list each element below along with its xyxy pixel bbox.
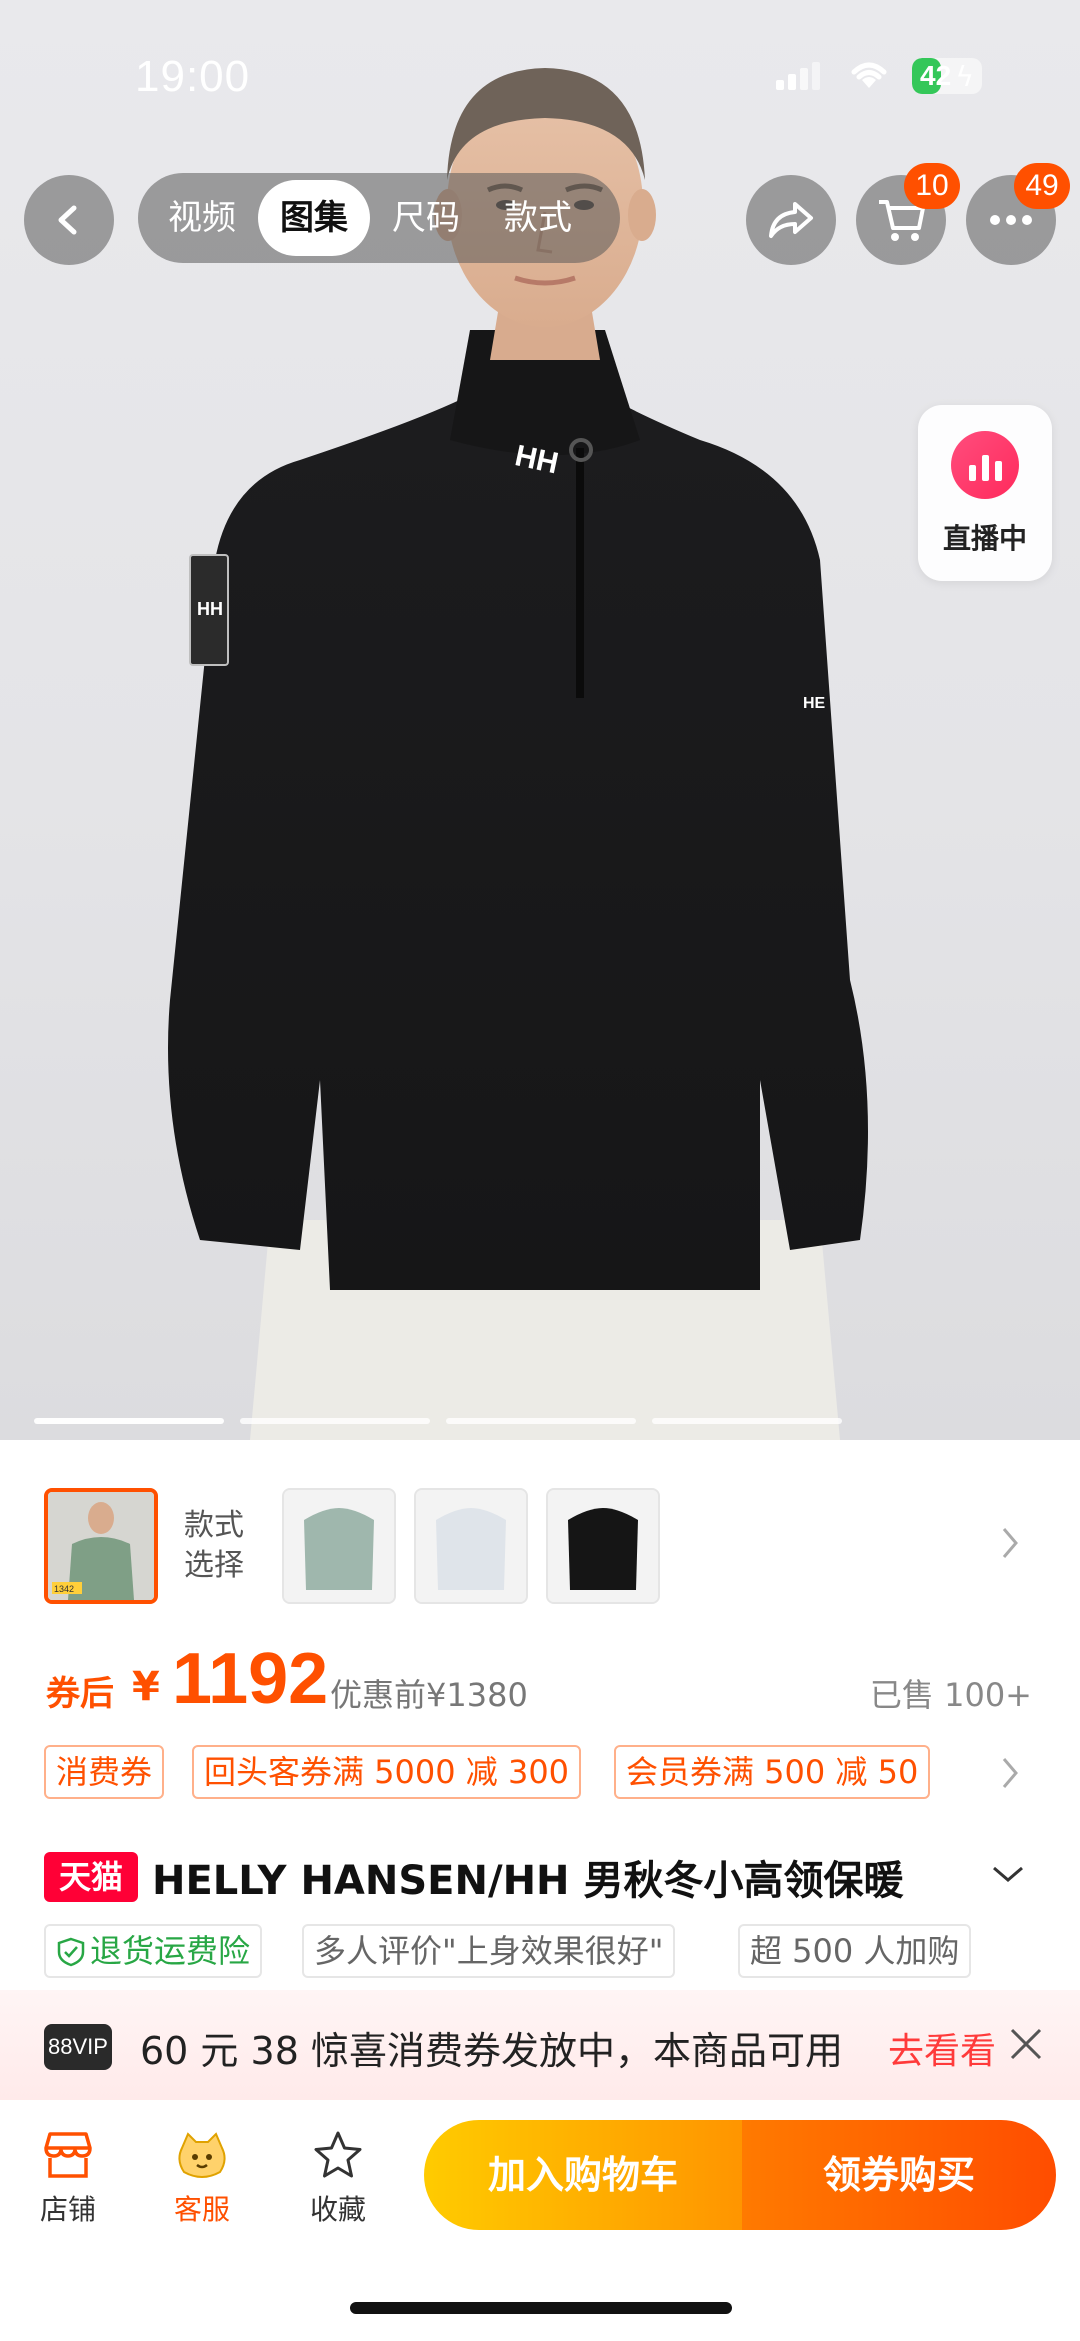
chevron-down-icon[interactable] bbox=[990, 1862, 1026, 1886]
product-gallery-image[interactable]: HH HH HE 19:00 42 ϟ 视频 图集 尺码 款式 10 49 直播… bbox=[0, 0, 1080, 1440]
price-prefix: 券后 bbox=[46, 1674, 114, 1714]
vip-badge: 88VIP bbox=[44, 2024, 112, 2070]
back-button[interactable] bbox=[24, 175, 114, 265]
status-time: 19:00 bbox=[135, 52, 251, 101]
tag-return-shipping-insurance[interactable]: 退货运费险 bbox=[44, 1924, 263, 1978]
more-button[interactable]: 49 bbox=[966, 163, 1070, 265]
style-thumb-image bbox=[548, 1490, 658, 1602]
tab-style[interactable]: 款式 bbox=[482, 180, 594, 256]
service-tags: 退货运费险 多人评价"上身效果很好" 超 500 人加购 bbox=[0, 1924, 1080, 1980]
style-thumb-image bbox=[284, 1490, 394, 1602]
gallery-indicator-2 bbox=[240, 1418, 430, 1424]
price-value: 1192 bbox=[172, 1639, 329, 1719]
style-thumb-black[interactable] bbox=[546, 1488, 660, 1604]
store-label: 店铺 bbox=[39, 2193, 96, 2226]
cellular-signal-icon bbox=[776, 62, 820, 90]
tag-reviews[interactable]: 多人评价"上身效果很好" bbox=[302, 1924, 676, 1978]
home-indicator bbox=[350, 2302, 732, 2314]
back-icon bbox=[58, 205, 77, 235]
more-badge: 49 bbox=[1014, 163, 1070, 209]
thumb-price-tag: 1342 bbox=[54, 1584, 74, 1594]
add-to-cart-button[interactable]: 加入购物车 bbox=[424, 2120, 742, 2230]
tab-video[interactable]: 视频 bbox=[146, 180, 258, 256]
gallery-tabs: 视频 图集 尺码 款式 bbox=[138, 173, 620, 263]
share-icon bbox=[769, 202, 813, 238]
tab-size[interactable]: 尺码 bbox=[370, 180, 482, 256]
live-stream-button[interactable]: 直播中 bbox=[918, 405, 1052, 581]
status-bar: 19:00 42 ϟ bbox=[0, 0, 1080, 150]
close-icon[interactable] bbox=[1008, 2026, 1044, 2062]
tag-label: 退货运费险 bbox=[90, 1932, 251, 1970]
charging-bolt-icon: ϟ bbox=[955, 60, 974, 93]
price-before-discount: 优惠前¥1380 bbox=[330, 1676, 528, 1714]
price-row: 券后 ¥ 1192 优惠前¥1380 已售 100+ bbox=[0, 1630, 1080, 1740]
tab-gallery[interactable]: 图集 bbox=[258, 180, 370, 256]
battery-percent: 42 bbox=[920, 60, 952, 91]
price-currency: ¥ bbox=[132, 1664, 160, 1710]
sold-count: 已售 100+ bbox=[869, 1676, 1032, 1714]
vip-promo-link[interactable]: 去看看 bbox=[888, 2022, 996, 2074]
share-button[interactable] bbox=[746, 175, 836, 265]
customer-service-button[interactable]: 客服 bbox=[152, 2130, 252, 2228]
svg-text:HE: HE bbox=[803, 695, 826, 712]
style-thumb-image bbox=[416, 1490, 526, 1602]
vip-promo-bar[interactable]: 88VIP 60 元 38 惊喜消费券发放中，本商品可用 去看看 bbox=[0, 1990, 1080, 2100]
tag-add-to-cart-count[interactable]: 超 500 人加购 bbox=[738, 1924, 972, 1978]
coupon-row[interactable]: 消费券 回头客券满 5000 减 300 会员券满 500 减 50 bbox=[0, 1745, 1080, 1801]
live-icon bbox=[951, 431, 1019, 499]
chevron-right-icon[interactable] bbox=[998, 1525, 1022, 1561]
style-thumb-green[interactable] bbox=[282, 1488, 396, 1604]
product-title: HELLY HANSEN/HH 男秋冬小高领保暖 bbox=[152, 1858, 904, 1904]
tmall-badge: 天猫 bbox=[44, 1852, 138, 1902]
style-thumb-light-grey[interactable] bbox=[414, 1488, 528, 1604]
cart-button[interactable]: 10 bbox=[856, 163, 960, 265]
store-button[interactable]: 店铺 bbox=[18, 2130, 118, 2228]
favorite-button[interactable]: 收藏 bbox=[288, 2130, 388, 2228]
vip-promo-text: 60 元 38 惊喜消费券发放中，本商品可用 bbox=[140, 2029, 843, 2073]
shield-check-icon bbox=[57, 1937, 85, 1967]
wifi-icon bbox=[851, 62, 887, 88]
star-icon bbox=[314, 2131, 362, 2178]
customer-service-icon bbox=[178, 2132, 226, 2178]
coupon-consumption[interactable]: 消费券 bbox=[44, 1745, 165, 1799]
gallery-indicator-3 bbox=[446, 1418, 636, 1424]
svg-text:HH: HH bbox=[197, 599, 223, 619]
style-selector: 1342 款式选择 bbox=[0, 1470, 1080, 1610]
buy-with-coupon-button[interactable]: 领券购买 bbox=[742, 2120, 1056, 2230]
store-icon bbox=[44, 2132, 92, 2178]
coupon-member[interactable]: 会员券满 500 减 50 bbox=[614, 1745, 931, 1799]
favorite-label: 收藏 bbox=[309, 2193, 366, 2226]
battery-icon: 42 ϟ bbox=[912, 58, 982, 94]
coupon-returning-customer[interactable]: 回头客券满 5000 减 300 bbox=[192, 1745, 582, 1799]
chevron-right-icon[interactable] bbox=[998, 1755, 1022, 1791]
customer-service-label: 客服 bbox=[173, 2193, 230, 2226]
gallery-indicator-4 bbox=[652, 1418, 842, 1424]
more-icon bbox=[990, 215, 1032, 225]
style-selector-label: 款式选择 bbox=[184, 1508, 244, 1583]
gallery-indicator-1 bbox=[34, 1418, 224, 1424]
product-title-row: 天猫 HELLY HANSEN/HH 男秋冬小高领保暖 bbox=[0, 1842, 1080, 1912]
live-label: 直播中 bbox=[942, 522, 1027, 555]
cart-badge: 10 bbox=[904, 163, 960, 209]
style-thumb-model[interactable]: 1342 bbox=[44, 1488, 158, 1604]
style-thumb-image: 1342 bbox=[48, 1492, 154, 1600]
